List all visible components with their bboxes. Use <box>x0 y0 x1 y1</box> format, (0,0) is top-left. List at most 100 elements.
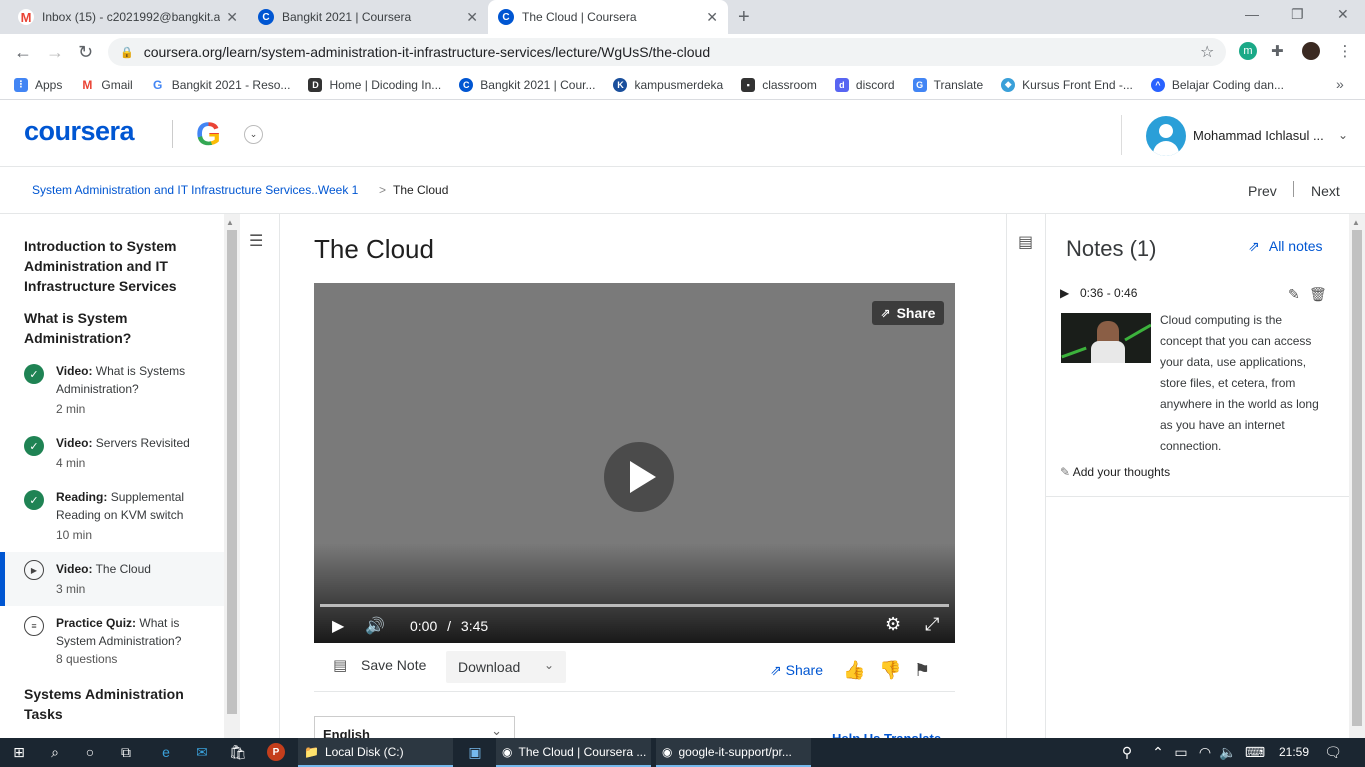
google-icon: G <box>150 77 165 92</box>
partner-dropdown-icon[interactable]: ⌄ <box>244 125 263 144</box>
minimize-icon[interactable]: — <box>1245 6 1259 22</box>
taskbar-clock[interactable]: 21:59 <box>1279 745 1309 759</box>
coursera-logo[interactable]: coursera <box>24 116 135 147</box>
bookmark-classroom[interactable]: ▪ classroom <box>741 77 817 92</box>
thumbs-up-icon[interactable]: 👍 <box>843 660 865 681</box>
google-logo-text: G <box>196 116 221 152</box>
extensions-puzzle-icon[interactable]: ✚ <box>1271 42 1289 60</box>
bookmark-discord[interactable]: d discord <box>834 77 895 92</box>
thumbs-down-icon[interactable]: 👎 <box>879 660 901 681</box>
note-play-icon[interactable]: ▶ <box>1060 286 1069 300</box>
sidebar-scroll-thumb[interactable] <box>227 230 237 714</box>
flag-icon[interactable]: ⚑ <box>914 660 930 681</box>
user-avatar[interactable] <box>1146 116 1186 156</box>
app-window-icon[interactable]: ▣ <box>466 743 484 761</box>
close-icon[interactable]: ✕ <box>706 9 718 26</box>
trash-icon[interactable]: 🗑 <box>1309 286 1327 303</box>
wifi-icon[interactable]: ◠ <box>1196 743 1214 761</box>
maximize-icon[interactable]: ❐ <box>1291 6 1304 23</box>
video-share-button[interactable]: ⇗ Share <box>872 301 944 325</box>
pencil-icon[interactable]: ✎ <box>1288 286 1300 303</box>
windows-start-icon[interactable]: ⊞ <box>10 743 28 761</box>
store-icon[interactable]: 🛍 <box>229 743 247 761</box>
tab-bangkit[interactable]: C Bangkit 2021 | Coursera ✕ <box>248 0 488 34</box>
bookmark-gmail[interactable]: M Gmail <box>80 77 133 92</box>
note-thumbnail[interactable] <box>1061 313 1151 363</box>
next-button[interactable]: Next <box>1311 183 1340 199</box>
bookmark-kursus[interactable]: ◆ Kursus Front End -... <box>1001 77 1133 92</box>
bookmark-star-icon[interactable]: ☆ <box>1200 42 1214 62</box>
download-dropdown[interactable]: Download ⌄ <box>446 651 566 683</box>
menu-kebab-icon[interactable]: ⋮ <box>1336 42 1354 60</box>
active-indicator <box>0 552 5 606</box>
taskbar-item-local-disk[interactable]: 📁 Local Disk (C:) <box>298 738 453 767</box>
big-play-button[interactable] <box>604 442 674 512</box>
bookmark-apps[interactable]: ⋮ Apps <box>14 77 62 92</box>
forward-icon[interactable]: → <box>46 42 64 63</box>
tray-chevron-icon[interactable]: ⌃ <box>1149 743 1167 761</box>
address-bar[interactable]: 🔒 coursera.org/learn/system-administrati… <box>108 38 1226 66</box>
taskbar-item-chrome-github[interactable]: ◉ google-it-support/pr... <box>656 738 811 767</box>
save-note-button[interactable]: Save Note <box>361 657 426 673</box>
reload-icon[interactable]: ↻ <box>78 42 93 63</box>
sidebar-item-practice-quiz[interactable]: ≡ Practice Quiz: What is System Administ… <box>0 612 224 672</box>
tab-gmail[interactable]: M Inbox (15) - c2021992@bangkit.ac ✕ <box>8 0 248 34</box>
scroll-up-icon[interactable]: ▲ <box>1352 218 1360 227</box>
taskbar-item-chrome-coursera[interactable]: ◉ The Cloud | Coursera ... <box>496 738 651 767</box>
user-menu-chevron-icon[interactable]: ⌄ <box>1338 128 1348 142</box>
extension-m-icon[interactable]: m <box>1239 42 1257 60</box>
settings-gear-icon[interactable]: ⚙ <box>885 614 901 635</box>
prev-button[interactable]: Prev <box>1248 183 1277 199</box>
battery-icon[interactable]: ▭ <box>1172 743 1190 761</box>
search-icon[interactable]: ⌕ <box>46 743 64 761</box>
bookmark-kampusmerdeka[interactable]: Kkampusmerdeka <box>613 77 723 92</box>
task-view-icon[interactable]: ⧉ <box>117 743 135 761</box>
download-label: Download <box>458 659 521 675</box>
note-time-range[interactable]: 0:36 - 0:46 <box>1080 286 1137 300</box>
notes-icon[interactable]: ▤ <box>1018 232 1033 252</box>
video-progress-bar[interactable] <box>320 604 949 607</box>
new-tab-icon[interactable]: + <box>738 6 750 29</box>
add-thoughts-button[interactable]: ✎ Add your thoughts <box>1060 465 1170 479</box>
sidebar-item-kvm-reading[interactable]: ✓ Reading: Supplemental Reading on KVM s… <box>0 486 224 542</box>
breadcrumb-course-link[interactable]: System Administration and IT Infrastruct… <box>32 183 358 197</box>
sidebar-item-what-is-sysadmin[interactable]: ✓ Video: What is Systems Administration?… <box>0 360 224 416</box>
sidebar-item-servers-revisited[interactable]: ✓ Video: Servers Revisited 4 min <box>0 432 224 472</box>
volume-icon[interactable]: 🔈 <box>1219 743 1237 761</box>
course-sidebar: Introduction to System Administration an… <box>0 214 224 738</box>
volume-icon[interactable]: 🔊 <box>365 616 385 636</box>
profile-avatar-icon[interactable] <box>1302 42 1320 60</box>
close-icon[interactable]: ✕ <box>226 9 238 26</box>
edge-icon[interactable]: e <box>157 743 175 761</box>
bookmarks-overflow-icon[interactable]: » <box>1336 76 1344 92</box>
bookmark-bangkit-reso[interactable]: G Bangkit 2021 - Reso... <box>150 77 290 92</box>
close-window-icon[interactable]: ✕ <box>1337 6 1349 23</box>
scroll-up-icon[interactable]: ▲ <box>226 218 234 227</box>
close-icon[interactable]: ✕ <box>466 9 478 26</box>
back-icon[interactable]: ← <box>14 42 32 63</box>
tab-the-cloud[interactable]: C The Cloud | Coursera ✕ <box>488 0 728 34</box>
outline-list-icon[interactable]: ☰ <box>249 231 263 251</box>
page-scroll-thumb[interactable] <box>1352 230 1362 726</box>
action-center-icon[interactable]: 🗨 <box>1324 743 1342 761</box>
bookmark-belajar[interactable]: ^ Belajar Coding dan... <box>1150 77 1284 92</box>
bookmark-translate[interactable]: G Translate <box>912 77 983 92</box>
bookmark-bangkit-coursera[interactable]: C Bangkit 2021 | Cour... <box>459 77 595 92</box>
section-title[interactable]: What is System Administration? <box>24 308 204 348</box>
play-icon[interactable]: ▶ <box>332 616 344 636</box>
share-button[interactable]: ⇗ Share <box>770 662 823 679</box>
powerpoint-icon[interactable]: P <box>267 743 285 761</box>
mail-icon[interactable]: ✉ <box>193 743 211 761</box>
notes-title: Notes (1) <box>1066 236 1157 261</box>
people-icon[interactable]: ⚲ <box>1118 743 1136 761</box>
all-notes-link[interactable]: ⇗ All notes <box>1248 238 1323 255</box>
user-name[interactable]: Mohammad Ichlasul ... <box>1193 128 1324 143</box>
section-title[interactable]: Systems Administration Tasks <box>24 684 204 724</box>
item-type: Practice Quiz: <box>56 616 137 630</box>
bookmark-dicoding[interactable]: D Home | Dicoding In... <box>308 77 441 92</box>
cortana-icon[interactable]: ○ <box>81 743 99 761</box>
google-logo[interactable]: G <box>196 116 221 153</box>
keyboard-icon[interactable]: ⌨ <box>1245 743 1265 761</box>
fullscreen-icon[interactable]: ⤢ <box>925 614 939 635</box>
sidebar-item-the-cloud[interactable]: ▶ Video: The Cloud 3 min <box>0 552 224 606</box>
